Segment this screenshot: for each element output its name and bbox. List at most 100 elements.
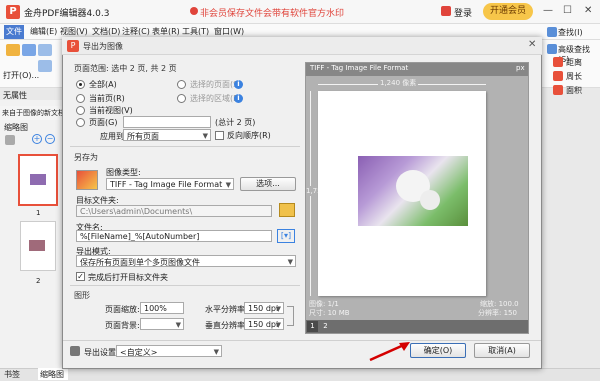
thumbnail-image xyxy=(29,240,45,251)
apply-to-value: 所有页面 xyxy=(127,132,159,141)
folder-icon[interactable] xyxy=(6,44,20,56)
browse-folder-icon[interactable] xyxy=(279,203,295,217)
filename-input[interactable]: %[FileName]_%[AutoNumber] xyxy=(76,230,272,242)
preview-header: TIFF - Tag Image File Format xyxy=(306,63,528,76)
login-link[interactable]: 登录 xyxy=(454,6,472,19)
find-button[interactable]: 查找(I) xyxy=(558,27,583,38)
v-resolution-label: 垂直分辨率: xyxy=(205,321,248,330)
kitten-photo xyxy=(358,156,468,226)
export-settings-value: <自定义> xyxy=(120,348,158,357)
radio-pages[interactable] xyxy=(76,118,85,127)
filename-macro-icon[interactable]: [▾] xyxy=(277,229,295,243)
radio-selected-pages[interactable] xyxy=(177,80,186,89)
warning-icon xyxy=(190,7,198,15)
app-title: 金舟PDF编辑器4.0.3 xyxy=(24,9,110,19)
menu-file[interactable]: 文件 xyxy=(4,25,24,39)
preview-page-2[interactable]: 2 xyxy=(320,321,331,332)
export-settings-select[interactable]: <自定义> ▼ xyxy=(116,345,222,357)
h-resolution-select[interactable]: 150 dpi ▼ xyxy=(244,302,284,314)
export-settings-label: 导出设置: xyxy=(84,348,119,357)
menu-view[interactable]: 视图(V) xyxy=(60,26,88,37)
page-number-2: 2 xyxy=(36,277,41,285)
image-type-icon xyxy=(76,170,98,190)
reverse-order-checkbox[interactable] xyxy=(215,131,224,140)
menu-item[interactable]: 文档(D) xyxy=(92,26,120,37)
chevron-down-icon: ▼ xyxy=(275,305,281,313)
menu-item[interactable]: 注释(C) xyxy=(122,26,150,37)
file-size: 尺寸: 10 MB xyxy=(309,309,350,317)
width-label: 1,240 像素 xyxy=(378,78,419,88)
close-button[interactable]: ✕ xyxy=(584,5,592,16)
radio-current-view[interactable] xyxy=(76,106,85,115)
page-thumbnail-2[interactable] xyxy=(20,221,56,271)
divider xyxy=(70,285,300,286)
dialog-close-button[interactable]: ✕ xyxy=(528,39,536,50)
distance-icon xyxy=(553,57,563,67)
open-folder-checkbox[interactable]: ✓ xyxy=(76,272,85,281)
tab-bookmarks[interactable]: 书签 xyxy=(4,369,20,380)
chevron-down-icon: ▼ xyxy=(287,258,293,266)
chevron-down-icon: ▼ xyxy=(275,321,281,329)
perimeter-tool[interactable]: 周长 xyxy=(566,71,582,82)
dialog-logo-icon: P xyxy=(67,40,79,52)
area-tool[interactable]: 面积 xyxy=(566,85,582,96)
save-as-title: 另存为 xyxy=(74,153,98,162)
preview-page-1[interactable]: 1 xyxy=(307,321,318,332)
zoom-in-icon[interactable]: + xyxy=(32,134,42,144)
chevron-down-icon: ▼ xyxy=(225,181,231,189)
chevron-down-icon: ▼ xyxy=(202,132,208,140)
radio-selected-area[interactable] xyxy=(177,94,186,103)
image-type-value: TIFF - Tag Image File Format xyxy=(110,180,223,189)
print-icon[interactable] xyxy=(38,44,52,56)
document-icon[interactable] xyxy=(38,60,52,72)
target-folder-input[interactable]: C:\Users\admin\Documents\ xyxy=(76,205,272,217)
menu-edit[interactable]: 编辑(E) xyxy=(30,26,57,37)
export-mode-select[interactable]: 保存所有页面到单个多页图像文件 ▼ xyxy=(76,255,296,267)
pages-input[interactable] xyxy=(123,116,211,128)
info-icon[interactable]: i xyxy=(234,80,243,89)
info-icon[interactable]: i xyxy=(234,94,243,103)
watermark-notice[interactable]: 非会员保存文件会带有软件官方水印 xyxy=(200,6,344,19)
dialog-title: 导出为图像 xyxy=(83,42,123,51)
page-background-select[interactable]: ▼ xyxy=(140,318,184,330)
app-logo-icon: P xyxy=(6,5,20,19)
menu-item[interactable]: 工具(T) xyxy=(182,26,209,37)
red-arrow-annotation xyxy=(369,342,410,362)
preview-page-strip xyxy=(306,320,528,333)
save-icon[interactable] xyxy=(22,44,36,56)
thumbnail-menu-icon[interactable] xyxy=(5,135,15,145)
open-button[interactable]: 打开(O)... xyxy=(3,70,39,81)
recent-document-tab[interactable]: 来自于图像的新文档 xyxy=(0,106,64,120)
menu-item[interactable]: 窗口(W) xyxy=(214,26,244,37)
cancel-button[interactable]: 取消(A) xyxy=(474,343,530,358)
link-resolution-icon[interactable] xyxy=(287,306,294,326)
vip-button[interactable]: 开通会员 xyxy=(483,3,533,20)
page-background-label: 页面背景: xyxy=(105,321,140,330)
ok-button[interactable]: 确定(O) xyxy=(410,343,466,358)
v-resolution-select[interactable]: 150 dpi ▼ xyxy=(244,318,284,330)
radio-all[interactable] xyxy=(76,80,85,89)
menu-item[interactable]: 表单(R) xyxy=(152,26,180,37)
reverse-order-label: 反向顺序(R) xyxy=(227,131,271,140)
h-resolution-value: 150 dpi xyxy=(248,304,279,313)
kitten-shape xyxy=(420,190,440,210)
page-range-title: 页面范围: 选中 2 页, 共 2 页 xyxy=(74,64,177,73)
image-type-select[interactable]: TIFF - Tag Image File Format ▼ xyxy=(106,178,234,190)
tab-thumbnails[interactable]: 缩略图 xyxy=(38,368,68,380)
radio-current-page-label: 当前页(R) xyxy=(89,94,125,103)
apply-to-select[interactable]: 所有页面 ▼ xyxy=(123,129,211,141)
radio-current-page[interactable] xyxy=(76,94,85,103)
maximize-button[interactable]: ☐ xyxy=(563,5,572,16)
total-pages-label: (总计 2 页) xyxy=(215,118,256,127)
minimize-button[interactable]: — xyxy=(543,5,553,16)
distance-tool[interactable]: 距离 xyxy=(566,57,582,68)
user-icon xyxy=(441,6,451,16)
page-thumbnail-1[interactable] xyxy=(18,154,58,206)
perimeter-icon xyxy=(553,71,563,81)
options-button[interactable]: 选项... xyxy=(240,177,296,191)
radio-all-label: 全部(A) xyxy=(89,80,117,89)
page-zoom-input[interactable]: 100% xyxy=(140,302,184,314)
preview-unit: px xyxy=(516,64,525,72)
dialog-title-bar xyxy=(62,37,542,55)
zoom-out-icon[interactable]: − xyxy=(45,134,55,144)
